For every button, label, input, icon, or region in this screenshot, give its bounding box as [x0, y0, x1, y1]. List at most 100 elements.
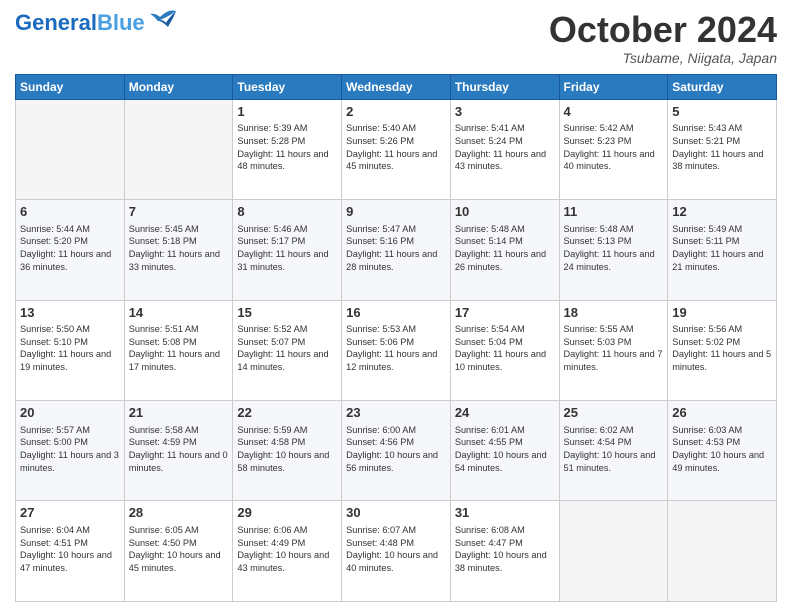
sunset-text: Sunset: 5:26 PM [346, 135, 446, 148]
day-info: Sunrise: 6:07 AMSunset: 4:48 PMDaylight:… [346, 524, 446, 575]
sunset-text: Sunset: 5:06 PM [346, 336, 446, 349]
day-info: Sunrise: 5:54 AMSunset: 5:04 PMDaylight:… [455, 323, 555, 374]
daylight-text: Daylight: 11 hours and 19 minutes. [20, 348, 120, 373]
sunset-text: Sunset: 4:56 PM [346, 436, 446, 449]
table-row: 26Sunrise: 6:03 AMSunset: 4:53 PMDayligh… [668, 401, 777, 501]
day-info: Sunrise: 6:00 AMSunset: 4:56 PMDaylight:… [346, 424, 446, 475]
header-tuesday: Tuesday [233, 74, 342, 99]
table-row: 5Sunrise: 5:43 AMSunset: 5:21 PMDaylight… [668, 99, 777, 199]
table-row: 18Sunrise: 5:55 AMSunset: 5:03 PMDayligh… [559, 300, 668, 400]
sunrise-text: Sunrise: 5:51 AM [129, 323, 229, 336]
header-monday: Monday [124, 74, 233, 99]
sunrise-text: Sunrise: 5:56 AM [672, 323, 772, 336]
day-info: Sunrise: 5:52 AMSunset: 5:07 PMDaylight:… [237, 323, 337, 374]
sunset-text: Sunset: 5:23 PM [564, 135, 664, 148]
day-number: 12 [672, 203, 772, 221]
calendar-week-row: 20Sunrise: 5:57 AMSunset: 5:00 PMDayligh… [16, 401, 777, 501]
table-row: 1Sunrise: 5:39 AMSunset: 5:28 PMDaylight… [233, 99, 342, 199]
sunset-text: Sunset: 5:08 PM [129, 336, 229, 349]
sunset-text: Sunset: 4:47 PM [455, 537, 555, 550]
sunset-text: Sunset: 4:50 PM [129, 537, 229, 550]
day-number: 10 [455, 203, 555, 221]
sunrise-text: Sunrise: 5:47 AM [346, 223, 446, 236]
daylight-text: Daylight: 11 hours and 31 minutes. [237, 248, 337, 273]
sunrise-text: Sunrise: 6:00 AM [346, 424, 446, 437]
day-info: Sunrise: 6:05 AMSunset: 4:50 PMDaylight:… [129, 524, 229, 575]
logo: GeneralBlue [15, 10, 180, 36]
daylight-text: Daylight: 11 hours and 24 minutes. [564, 248, 664, 273]
sunrise-text: Sunrise: 6:05 AM [129, 524, 229, 537]
table-row: 11Sunrise: 5:48 AMSunset: 5:13 PMDayligh… [559, 200, 668, 300]
day-number: 16 [346, 304, 446, 322]
day-info: Sunrise: 5:48 AMSunset: 5:14 PMDaylight:… [455, 223, 555, 274]
day-number: 22 [237, 404, 337, 422]
table-row: 30 Sunrise: 6:07 AMSunset: 4:48 PMDayligh… [342, 501, 451, 602]
calendar-week-row: 13Sunrise: 5:50 AMSunset: 5:10 PMDayligh… [16, 300, 777, 400]
day-info: Sunrise: 5:44 AMSunset: 5:20 PMDaylight:… [20, 223, 120, 274]
daylight-text: Daylight: 11 hours and 7 minutes. [564, 348, 664, 373]
sunset-text: Sunset: 5:21 PM [672, 135, 772, 148]
daylight-text: Daylight: 11 hours and 33 minutes. [129, 248, 229, 273]
sunset-text: Sunset: 5:07 PM [237, 336, 337, 349]
table-row: 24 Sunrise: 6:01 AMSunset: 4:55 PMDayligh… [450, 401, 559, 501]
daylight-text: Daylight: 11 hours and 21 minutes. [672, 248, 772, 273]
day-info: Sunrise: 6:04 AMSunset: 4:51 PMDaylight:… [20, 524, 120, 575]
day-number: 8 [237, 203, 337, 221]
day-info: Sunrise: 5:46 AMSunset: 5:17 PMDaylight:… [237, 223, 337, 274]
sunset-text: Sunset: 4:54 PM [564, 436, 664, 449]
sunrise-text: Sunrise: 5:46 AM [237, 223, 337, 236]
table-row: 31Sunrise: 6:08 AMSunset: 4:47 PMDayligh… [450, 501, 559, 602]
day-info: Sunrise: 5:58 AMSunset: 4:59 PMDaylight:… [129, 424, 229, 475]
sunset-text: Sunset: 5:11 PM [672, 235, 772, 248]
day-number: 18 [564, 304, 664, 322]
sunrise-text: Sunrise: 6:07 AM [346, 524, 446, 537]
month-title: October 2024 [549, 10, 777, 50]
table-row: 15Sunrise: 5:52 AMSunset: 5:07 PMDayligh… [233, 300, 342, 400]
day-number: 27 [20, 504, 120, 522]
table-row: 7Sunrise: 5:45 AMSunset: 5:18 PMDaylight… [124, 200, 233, 300]
day-info: Sunrise: 5:59 AMSunset: 4:58 PMDaylight:… [237, 424, 337, 475]
logo-part1: GeneralBlue [15, 10, 145, 36]
sunrise-text: Sunrise: 5:42 AM [564, 122, 664, 135]
table-row: 2Sunrise: 5:40 AMSunset: 5:26 PMDaylight… [342, 99, 451, 199]
day-number: 7 [129, 203, 229, 221]
table-row: 16Sunrise: 5:53 AMSunset: 5:06 PMDayligh… [342, 300, 451, 400]
day-info: Sunrise: 5:51 AMSunset: 5:08 PMDaylight:… [129, 323, 229, 374]
sunrise-text: Sunrise: 5:50 AM [20, 323, 120, 336]
sunrise-text: Sunrise: 5:45 AM [129, 223, 229, 236]
day-info: Sunrise: 5:40 AMSunset: 5:26 PMDaylight:… [346, 122, 446, 173]
calendar-week-row: 6Sunrise: 5:44 AMSunset: 5:20 PMDaylight… [16, 200, 777, 300]
sunset-text: Sunset: 5:02 PM [672, 336, 772, 349]
daylight-text: Daylight: 10 hours and 56 minutes. [346, 449, 446, 474]
table-row: 25Sunrise: 6:02 AMSunset: 4:54 PMDayligh… [559, 401, 668, 501]
table-row: 9Sunrise: 5:47 AMSunset: 5:16 PMDaylight… [342, 200, 451, 300]
day-info: Sunrise: 5:42 AMSunset: 5:23 PMDaylight:… [564, 122, 664, 173]
sunset-text: Sunset: 4:55 PM [455, 436, 555, 449]
day-number: 30 [346, 504, 446, 522]
day-number: 2 [346, 103, 446, 121]
day-number: 29 [237, 504, 337, 522]
table-row: 3Sunrise: 5:41 AMSunset: 5:24 PMDaylight… [450, 99, 559, 199]
daylight-text: Daylight: 11 hours and 38 minutes. [672, 148, 772, 173]
sunset-text: Sunset: 5:04 PM [455, 336, 555, 349]
daylight-text: Daylight: 10 hours and 51 minutes. [564, 449, 664, 474]
sunrise-text: Sunrise: 5:59 AM [237, 424, 337, 437]
daylight-text: Daylight: 11 hours and 10 minutes. [455, 348, 555, 373]
daylight-text: Daylight: 11 hours and 17 minutes. [129, 348, 229, 373]
day-number: 28 [129, 504, 229, 522]
daylight-text: Daylight: 10 hours and 43 minutes. [237, 549, 337, 574]
sunset-text: Sunset: 5:13 PM [564, 235, 664, 248]
table-row: 14Sunrise: 5:51 AMSunset: 5:08 PMDayligh… [124, 300, 233, 400]
sunset-text: Sunset: 5:03 PM [564, 336, 664, 349]
sunrise-text: Sunrise: 5:52 AM [237, 323, 337, 336]
daylight-text: Daylight: 11 hours and 48 minutes. [237, 148, 337, 173]
sunrise-text: Sunrise: 5:53 AM [346, 323, 446, 336]
daylight-text: Daylight: 10 hours and 38 minutes. [455, 549, 555, 574]
day-info: Sunrise: 5:49 AMSunset: 5:11 PMDaylight:… [672, 223, 772, 274]
daylight-text: Daylight: 11 hours and 43 minutes. [455, 148, 555, 173]
sunrise-text: Sunrise: 5:48 AM [455, 223, 555, 236]
table-row [16, 99, 125, 199]
day-info: Sunrise: 5:39 AMSunset: 5:28 PMDaylight:… [237, 122, 337, 173]
day-number: 24 [455, 404, 555, 422]
day-info: Sunrise: 6:01 AMSunset: 4:55 PMDaylight:… [455, 424, 555, 475]
